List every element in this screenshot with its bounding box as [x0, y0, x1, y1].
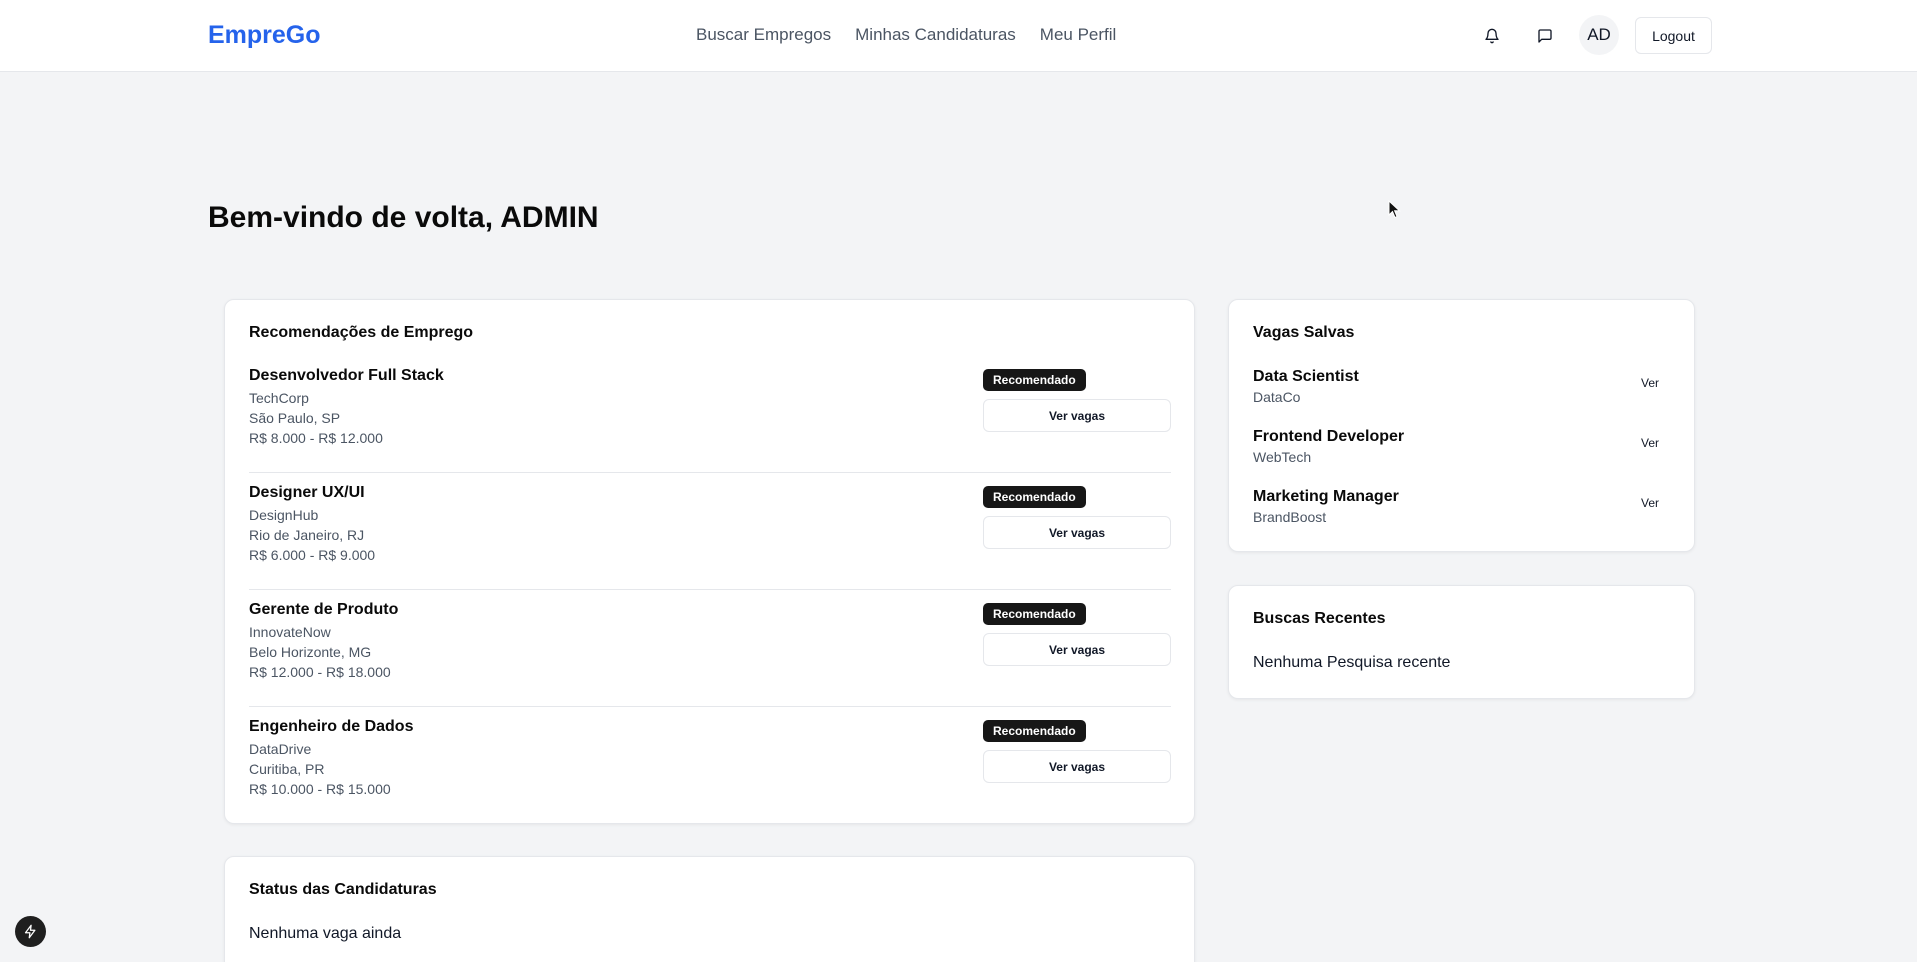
job-location: Belo Horizonte, MG — [249, 644, 372, 660]
saved-job-title: Frontend Developer — [1253, 428, 1405, 445]
view-job-button[interactable]: Ver vagas — [983, 633, 1171, 666]
job-location: Curitiba, PR — [249, 761, 325, 777]
card-title: Recomendações de Emprego — [249, 324, 474, 341]
job-item: Designer UX/UI DesignHub Rio de Janeiro,… — [249, 473, 1171, 590]
job-company: DataDrive — [249, 741, 312, 757]
page-title: Bem-vindo de volta, ADMIN — [208, 201, 599, 234]
job-title: Desenvolvedor Full Stack — [249, 367, 444, 384]
lightning-icon — [24, 924, 36, 939]
job-title: Engenheiro de Dados — [249, 718, 414, 735]
recommended-badge: Recomendado — [983, 369, 1086, 391]
nav-buscar-empregos[interactable]: Buscar Empregos — [696, 24, 831, 46]
job-salary: R$ 8.000 - R$ 12.000 — [249, 430, 383, 446]
recommended-badge: Recomendado — [983, 720, 1086, 742]
mouse-cursor-icon — [1388, 200, 1401, 219]
avatar[interactable]: AD — [1579, 15, 1619, 55]
saved-job-title: Data Scientist — [1253, 368, 1359, 385]
saved-job-company: WebTech — [1253, 449, 1312, 465]
brand-logo[interactable]: EmpreGo — [208, 20, 321, 50]
recent-searches-card: Buscas Recentes Nenhuma Pesquisa recente — [1228, 585, 1695, 699]
job-recommendations-card: Recomendações de Emprego Desenvolvedor F… — [224, 299, 1195, 824]
top-navbar: EmpreGo Buscar Empregos Minhas Candidatu… — [0, 0, 1917, 72]
job-item: Desenvolvedor Full Stack TechCorp São Pa… — [249, 356, 1171, 473]
view-job-button[interactable]: Ver vagas — [983, 516, 1171, 549]
saved-job-company: DataCo — [1253, 389, 1301, 405]
job-salary: R$ 10.000 - R$ 15.000 — [249, 781, 391, 797]
view-saved-job-button[interactable]: Ver — [1627, 372, 1673, 394]
job-company: TechCorp — [249, 390, 309, 406]
saved-job-company: BrandBoost — [1253, 509, 1327, 525]
application-status-card: Status das Candidaturas Nenhuma vaga ain… — [224, 856, 1195, 962]
saved-jobs-card: Vagas Salvas Data Scientist DataCo Ver F… — [1228, 299, 1695, 552]
view-saved-job-button[interactable]: Ver — [1627, 492, 1673, 514]
job-title: Designer UX/UI — [249, 484, 365, 501]
card-title: Buscas Recentes — [1253, 610, 1386, 627]
recommended-badge: Recomendado — [983, 603, 1086, 625]
job-title: Gerente de Produto — [249, 601, 399, 618]
main-nav: Buscar Empregos Minhas Candidaturas Meu … — [696, 24, 1116, 46]
saved-job-title: Marketing Manager — [1253, 488, 1399, 505]
floating-action-button[interactable] — [15, 916, 46, 947]
recommended-badge: Recomendado — [983, 486, 1086, 508]
notifications-button[interactable] — [1472, 16, 1512, 56]
job-item: Engenheiro de Dados DataDrive Curitiba, … — [249, 707, 1171, 824]
saved-job-item: Data Scientist DataCo Ver — [1253, 366, 1673, 416]
card-title: Vagas Salvas — [1253, 324, 1355, 341]
nav-meu-perfil[interactable]: Meu Perfil — [1040, 24, 1117, 46]
message-icon — [1538, 29, 1552, 43]
empty-state-text: Nenhuma vaga ainda — [249, 925, 402, 942]
job-item: Gerente de Produto InnovateNow Belo Hori… — [249, 590, 1171, 707]
card-title: Status das Candidaturas — [249, 881, 437, 898]
messages-button[interactable] — [1525, 16, 1565, 56]
logout-button[interactable]: Logout — [1635, 17, 1712, 54]
view-job-button[interactable]: Ver vagas — [983, 750, 1171, 783]
job-location: Rio de Janeiro, RJ — [249, 527, 365, 543]
saved-job-item: Marketing Manager BrandBoost Ver — [1253, 486, 1673, 536]
bell-icon — [1485, 28, 1499, 44]
job-salary: R$ 12.000 - R$ 18.000 — [249, 664, 391, 680]
empty-state-text: Nenhuma Pesquisa recente — [1253, 654, 1451, 671]
job-salary: R$ 6.000 - R$ 9.000 — [249, 547, 376, 563]
job-location: São Paulo, SP — [249, 410, 341, 426]
view-job-button[interactable]: Ver vagas — [983, 399, 1171, 432]
job-company: DesignHub — [249, 507, 319, 523]
job-company: InnovateNow — [249, 624, 331, 640]
saved-job-item: Frontend Developer WebTech Ver — [1253, 426, 1673, 476]
view-saved-job-button[interactable]: Ver — [1627, 432, 1673, 454]
nav-minhas-candidaturas[interactable]: Minhas Candidaturas — [855, 24, 1016, 46]
